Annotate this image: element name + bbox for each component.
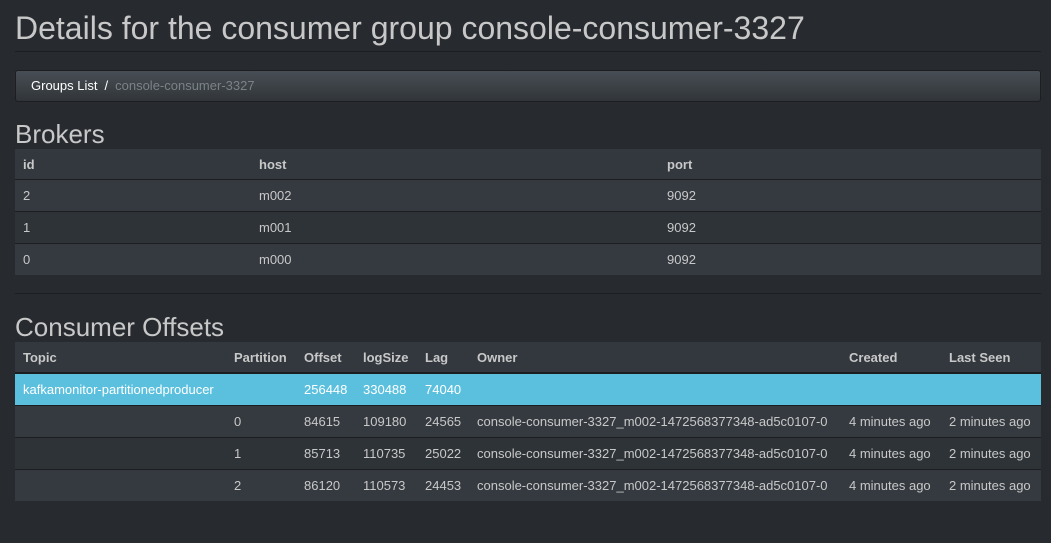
broker-port-cell: 9092 xyxy=(659,211,1041,244)
breadcrumb-current-group: console-consumer-3327 xyxy=(115,78,255,93)
breadcrumb: Groups List / console-consumer-3327 xyxy=(15,70,1041,102)
owner-cell xyxy=(469,372,841,406)
broker-host-cell: m000 xyxy=(251,243,659,275)
last-seen-cell: 2 minutes ago xyxy=(941,469,1041,501)
offset-cell: 85713 xyxy=(296,437,355,470)
offsets-column-header: Topic xyxy=(15,342,226,373)
broker-host-cell: m001 xyxy=(251,211,659,244)
broker-id-cell: 2 xyxy=(15,179,251,212)
topic-cell xyxy=(15,469,226,501)
offsets-header-row: Topic Partition Offset logSize Lag Owner… xyxy=(15,342,1041,373)
created-cell: 4 minutes ago xyxy=(841,405,941,438)
logsize-cell: 330488 xyxy=(355,372,417,406)
lag-cell: 74040 xyxy=(417,372,469,406)
page-title: Details for the consumer group console-c… xyxy=(15,0,1041,52)
created-cell xyxy=(841,372,941,406)
logsize-cell: 110735 xyxy=(355,437,417,470)
logsize-cell: 110573 xyxy=(355,469,417,501)
breadcrumb-groups-list-link[interactable]: Groups List xyxy=(31,78,97,93)
logsize-cell: 109180 xyxy=(355,405,417,438)
offsets-column-header: Owner xyxy=(469,342,841,373)
broker-host-cell: m002 xyxy=(251,179,659,212)
breadcrumb-separator: / xyxy=(104,78,109,93)
topic-cell xyxy=(15,437,226,470)
partition-cell: 2 xyxy=(226,469,296,501)
consumer-offsets-table: Topic Partition Offset logSize Lag Owner… xyxy=(15,342,1041,501)
broker-row: 1 m001 9092 xyxy=(15,211,1041,244)
last-seen-cell: 2 minutes ago xyxy=(941,405,1041,438)
offsets-column-header: Offset xyxy=(296,342,355,373)
broker-row: 0 m000 9092 xyxy=(15,243,1041,275)
brokers-column-header: port xyxy=(659,149,1041,180)
partition-cell: 1 xyxy=(226,437,296,470)
lag-cell: 25022 xyxy=(417,437,469,470)
last-seen-cell xyxy=(941,372,1041,406)
partition-cell: 0 xyxy=(226,405,296,438)
partition-row: 2 86120 110573 24453 console-consumer-33… xyxy=(15,469,1041,501)
lag-cell: 24565 xyxy=(417,405,469,438)
broker-port-cell: 9092 xyxy=(659,179,1041,212)
brokers-header-row: id host port xyxy=(15,149,1041,180)
offsets-column-header: logSize xyxy=(355,342,417,373)
offsets-column-header: Lag xyxy=(417,342,469,373)
lag-cell: 24453 xyxy=(417,469,469,501)
owner-cell: console-consumer-3327_m002-1472568377348… xyxy=(469,469,841,501)
created-cell: 4 minutes ago xyxy=(841,437,941,470)
broker-id-cell: 1 xyxy=(15,211,251,244)
topic-cell: kafkamonitor-partitionedproducer xyxy=(15,372,226,406)
broker-id-cell: 0 xyxy=(15,243,251,275)
page: Details for the consumer group console-c… xyxy=(0,0,1051,543)
offsets-column-header: Created xyxy=(841,342,941,373)
owner-cell: console-consumer-3327_m002-1472568377348… xyxy=(469,405,841,438)
partition-row: 1 85713 110735 25022 console-consumer-33… xyxy=(15,437,1041,470)
partition-row: 0 84615 109180 24565 console-consumer-33… xyxy=(15,405,1041,438)
brokers-heading: Brokers xyxy=(15,119,105,149)
broker-port-cell: 9092 xyxy=(659,243,1041,275)
topic-summary-row[interactable]: kafkamonitor-partitionedproducer 256448 … xyxy=(15,372,1041,406)
brokers-table: id host port 2 m002 9092 1 m001 9092 0 m… xyxy=(15,149,1041,275)
offsets-column-header: Partition xyxy=(226,342,296,373)
brokers-column-header: id xyxy=(15,149,251,180)
broker-row: 2 m002 9092 xyxy=(15,179,1041,212)
brokers-column-header: host xyxy=(251,149,659,180)
owner-cell: console-consumer-3327_m002-1472568377348… xyxy=(469,437,841,470)
offset-cell: 84615 xyxy=(296,405,355,438)
topic-cell xyxy=(15,405,226,438)
last-seen-cell: 2 minutes ago xyxy=(941,437,1041,470)
offsets-column-header: Last Seen xyxy=(941,342,1041,373)
offset-cell: 256448 xyxy=(296,372,355,406)
created-cell: 4 minutes ago xyxy=(841,469,941,501)
offset-cell: 86120 xyxy=(296,469,355,501)
partition-cell xyxy=(226,372,296,406)
section-divider xyxy=(15,275,1041,294)
consumer-offsets-heading: Consumer Offsets xyxy=(15,312,225,342)
